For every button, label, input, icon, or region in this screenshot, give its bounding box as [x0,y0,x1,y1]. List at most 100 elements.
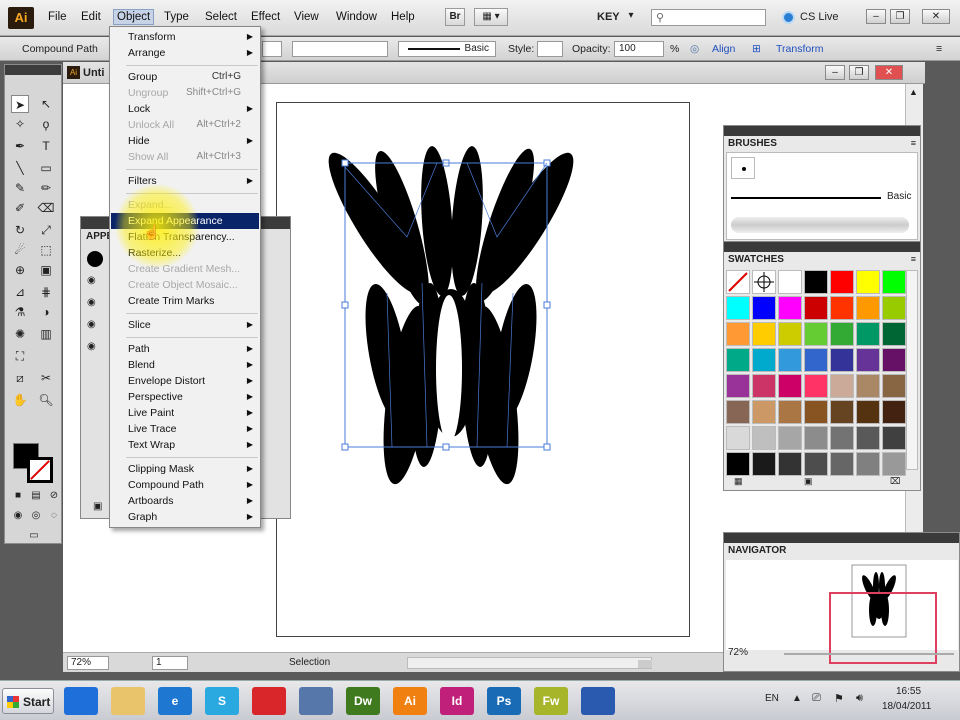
registration-swatch[interactable] [752,270,776,294]
warp-tool-icon[interactable]: ☄ [11,241,29,259]
calligraphic-brush[interactable] [731,157,755,179]
color-swatch[interactable] [778,400,802,424]
taskbar-app-icon[interactable]: Ai [393,687,427,715]
color-swatch[interactable] [882,452,906,476]
menu-file[interactable]: File [48,11,67,23]
new-art-icon[interactable]: ▣ [93,501,102,512]
color-swatch[interactable] [804,426,828,450]
menu-filters[interactable]: Filters ▶ [111,173,259,189]
align-link[interactable]: Align [712,43,735,55]
color-swatch[interactable] [856,270,880,294]
color-swatch[interactable] [804,322,828,346]
transform-link[interactable]: Transform [776,43,823,55]
color-swatch[interactable] [856,348,880,372]
panel-menu-icon[interactable]: ≡ [936,43,942,55]
color-swatch[interactable] [830,322,854,346]
color-swatch[interactable] [830,348,854,372]
color-swatch[interactable] [830,270,854,294]
selection-tool-icon[interactable]: ➤ [11,95,29,113]
symbol-sprayer-tool-icon[interactable]: ✺ [11,325,29,343]
variable-width-select[interactable] [292,41,388,57]
menu-arrange[interactable]: Arrange ▶ [111,45,259,61]
color-swatch[interactable] [778,426,802,450]
perspective-grid-tool-icon[interactable]: ⊿ [11,283,29,301]
mesh-tool-icon[interactable]: ⋕ [37,283,55,301]
visibility-eye-icon[interactable]: ◉ [87,341,96,352]
workspace-switcher[interactable]: KEY [597,11,620,23]
menu-select[interactable]: Select [205,11,237,23]
menu-graph[interactable]: Graph ▶ [111,509,259,525]
search-input[interactable]: ⚲ [651,9,766,26]
taskbar-app-icon[interactable]: e [158,687,192,715]
column-graph-tool-icon[interactable]: ▥ [37,325,55,343]
draw-behind-icon[interactable]: ◎ [27,507,45,525]
blob-brush-tool-icon[interactable]: ✐ [11,199,29,217]
color-swatch[interactable] [752,400,776,424]
minimize-button[interactable]: – [866,9,886,24]
menu-rasterize[interactable]: Rasterize... [111,245,259,261]
pen-tool-icon[interactable]: ✒ [11,137,29,155]
menu-clipping-mask[interactable]: Clipping Mask ▶ [111,461,259,477]
scissors-tool-icon[interactable]: ✂ [37,369,55,387]
swatches-panel-title[interactable]: SWATCHES [728,254,784,265]
menu-edit[interactable]: Edit [81,11,101,23]
color-swatch[interactable] [726,374,750,398]
taskbar-app-icon[interactable] [299,687,333,715]
color-swatch[interactable] [726,322,750,346]
color-swatch[interactable] [882,322,906,346]
color-swatch[interactable] [726,296,750,320]
type-tool-icon[interactable]: T [37,137,55,155]
menu-perspective[interactable]: Perspective ▶ [111,389,259,405]
menu-path[interactable]: Path ▶ [111,341,259,357]
color-swatch[interactable] [778,296,802,320]
draw-inside-icon[interactable]: ◌ [45,507,63,525]
recolor-artwork-icon[interactable]: ◎ [690,43,699,55]
visibility-eye-icon[interactable]: ◉ [87,275,96,286]
doc-close-button[interactable]: ✕ [875,65,903,80]
gradient-mode-icon[interactable]: ▤ [27,487,45,505]
art-brush-stroke[interactable] [731,217,909,233]
color-swatch[interactable] [804,348,828,372]
color-swatch[interactable] [856,374,880,398]
color-swatch[interactable] [804,452,828,476]
color-swatch[interactable] [882,296,906,320]
menu-slice[interactable]: Slice ▶ [111,317,259,333]
menu-lock[interactable]: Lock ▶ [111,101,259,117]
chevron-down-icon[interactable]: ▾ [624,8,638,26]
color-swatch[interactable] [726,400,750,424]
menu-blend[interactable]: Blend ▶ [111,357,259,373]
color-swatch[interactable] [882,426,906,450]
panel-menu-icon[interactable]: ≡ [911,138,916,148]
panel-menu-icon[interactable]: ≡ [911,254,916,264]
start-button[interactable]: Start [2,688,54,714]
magic-wand-tool-icon[interactable]: ✧ [11,115,29,133]
color-swatch[interactable] [830,296,854,320]
color-swatch[interactable] [752,322,776,346]
color-swatch[interactable] [882,400,906,424]
color-swatch[interactable] [804,296,828,320]
navigator-zoom-slider[interactable] [784,653,954,655]
paintbrush-tool-icon[interactable]: ✎ [11,179,29,197]
color-swatch[interactable] [830,452,854,476]
menu-type[interactable]: Type [164,11,189,23]
restore-button[interactable]: ❐ [890,9,910,24]
none-swatch[interactable] [726,270,750,294]
menu-flatten-transparency[interactable]: Flatten Transparency... [111,229,259,245]
direct-selection-tool-icon[interactable]: ↖ [37,95,55,113]
horizontal-scroll-thumb[interactable] [638,660,652,668]
color-swatch[interactable] [830,426,854,450]
color-swatch[interactable] [752,348,776,372]
color-swatch[interactable] [778,322,802,346]
artboard-tool-icon[interactable]: ⛶ [11,347,29,365]
color-swatch[interactable] [804,270,828,294]
stroke-weight-field[interactable] [262,41,282,57]
show-hidden-icons-icon[interactable]: ▲ [792,693,802,704]
basic-brush-stroke[interactable] [731,197,881,199]
brush-list[interactable]: Basic [726,152,918,240]
network-icon[interactable]: ⎚ [812,692,821,705]
scale-tool-icon[interactable]: ⤢ [37,221,55,239]
visibility-eye-icon[interactable]: ◉ [87,297,96,308]
menu-live-trace[interactable]: Live Trace ▶ [111,421,259,437]
graphic-style-select[interactable] [537,41,563,57]
color-swatch[interactable] [830,400,854,424]
